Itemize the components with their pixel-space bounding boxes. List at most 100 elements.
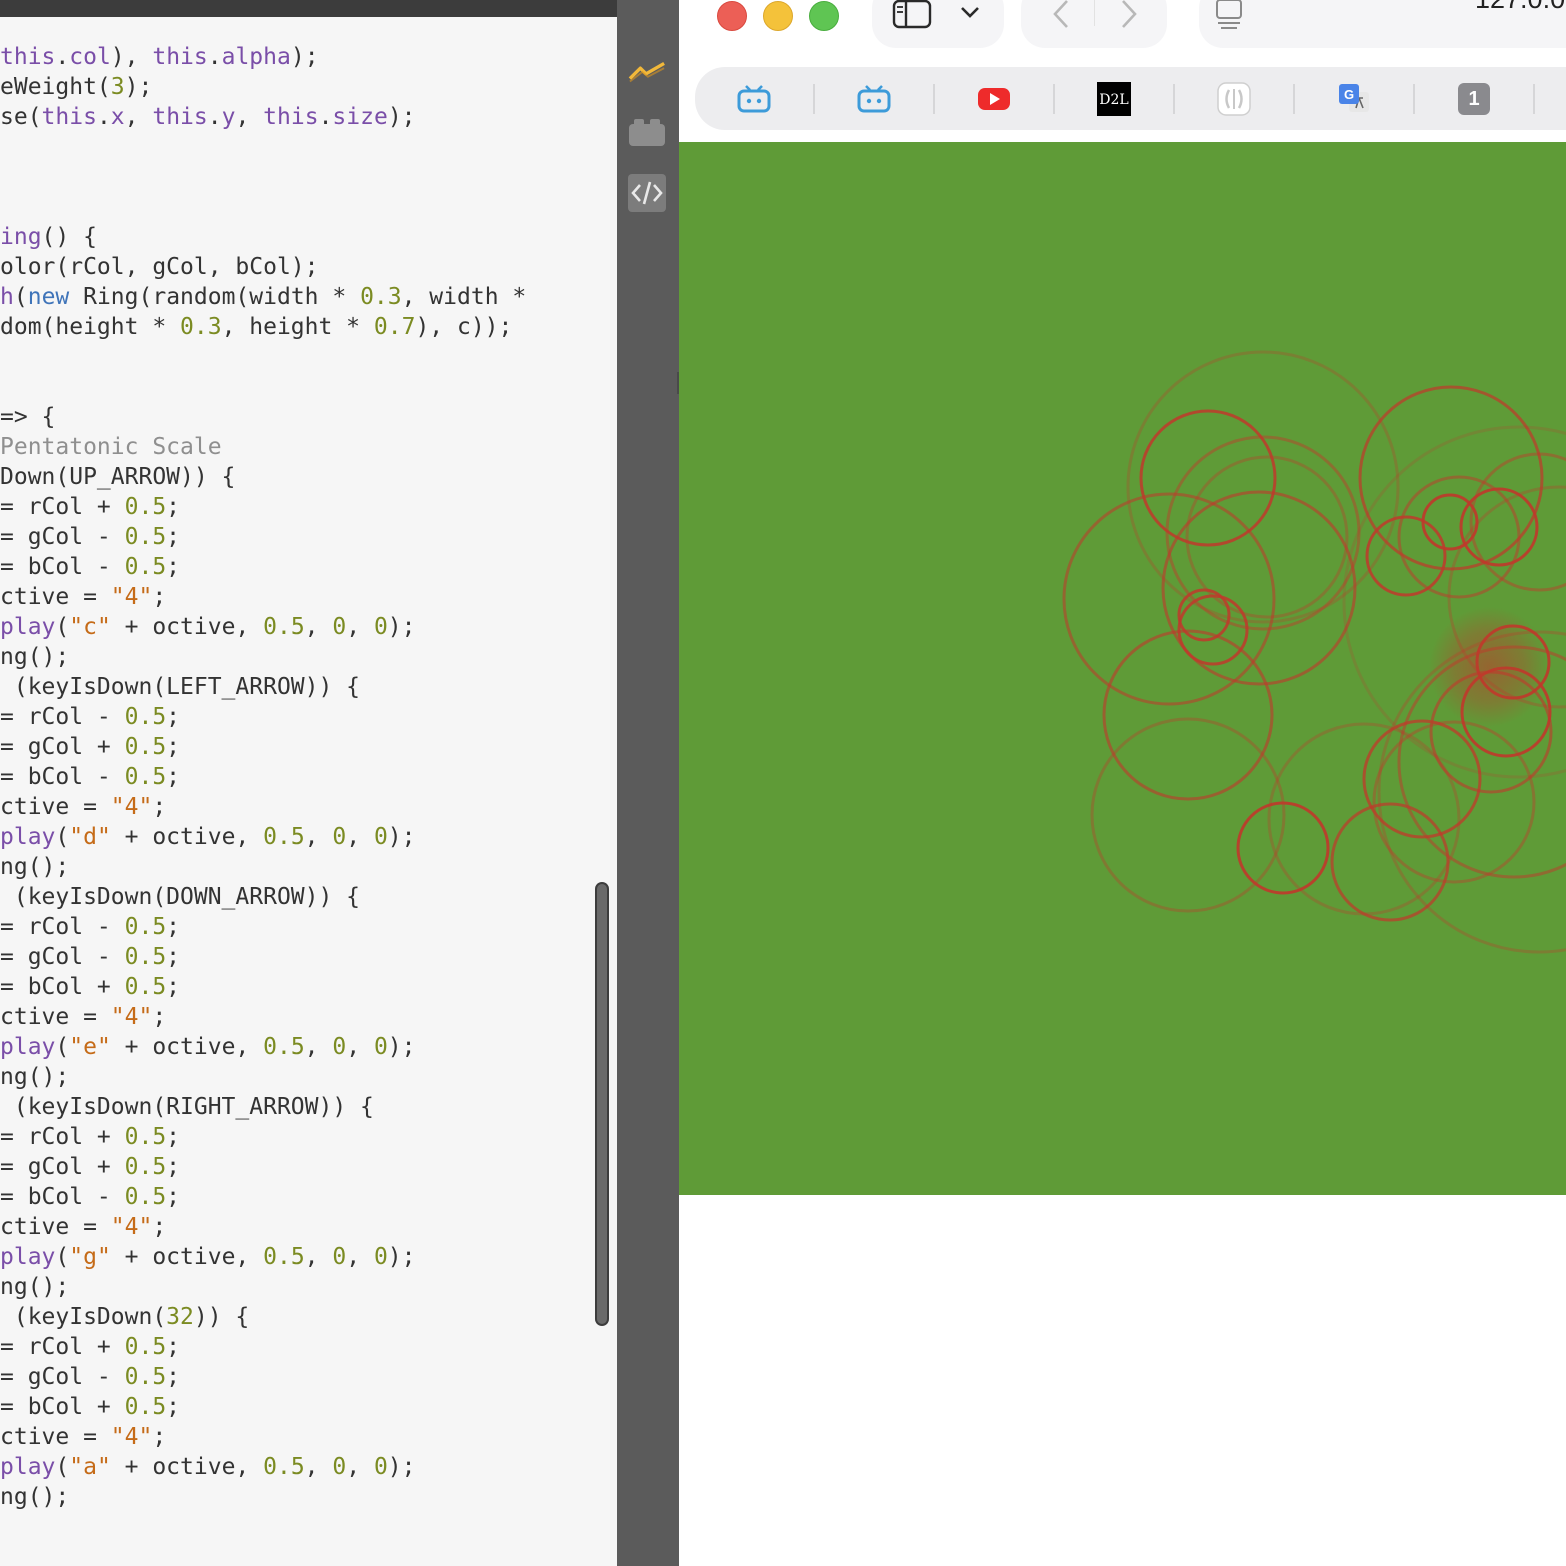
favorite-bilibili[interactable] — [734, 79, 774, 119]
code-line[interactable]: Pentatonic Scale — [0, 432, 526, 462]
favorite-d2l[interactable]: D2L — [1094, 79, 1134, 119]
code-line[interactable]: play("e" + octive, 0.5, 0, 0); — [0, 1032, 526, 1062]
code-line[interactable]: = bCol - 0.5; — [0, 762, 526, 792]
code-token: ); — [387, 1034, 416, 1060]
code-token: 32 — [166, 1304, 194, 1330]
code-line[interactable]: h(new Ring(random(width * 0.3, width * — [0, 282, 526, 312]
p5-canvas[interactable] — [679, 142, 1566, 1195]
code-token: ), — [110, 44, 153, 70]
code-line[interactable]: ctive = "4"; — [0, 792, 526, 822]
code-line[interactable] — [0, 132, 526, 162]
code-token: = gCol + — [0, 1154, 125, 1180]
code-line[interactable]: play("a" + octive, 0.5, 0, 0); — [0, 1452, 526, 1482]
address-bar[interactable]: 127.0.0. — [1199, 0, 1566, 48]
code-line[interactable] — [0, 342, 526, 372]
chevron-right-icon — [1122, 0, 1137, 28]
favorites-bar: D2L G 1 — [695, 67, 1566, 130]
code-line[interactable] — [0, 162, 526, 192]
sidebar-toggle-button[interactable] — [892, 0, 932, 32]
code-token: ; — [166, 1184, 181, 1210]
window-close-button[interactable] — [717, 1, 747, 31]
code-token: => { — [0, 404, 56, 430]
editor-scrollbar[interactable] — [595, 882, 609, 1326]
favorite-google-translate[interactable]: G — [1334, 79, 1374, 119]
code-line[interactable]: = rCol + 0.5; — [0, 1332, 526, 1362]
code-line[interactable]: dom(height * 0.3, height * 0.7), c)); — [0, 312, 526, 342]
code-editor[interactable]: this.col), this.alpha); eWeight(3); se(thi… — [0, 0, 617, 1566]
favorite-bilibili[interactable] — [854, 79, 894, 119]
code-line[interactable]: = gCol - 0.5; — [0, 522, 526, 552]
scrollbar-thumb[interactable] — [597, 884, 607, 1324]
code-token: Ring(random(width * — [69, 284, 361, 310]
code-line[interactable]: eWeight(3); — [0, 72, 526, 102]
code-line[interactable]: = gCol - 0.5; — [0, 942, 526, 972]
code-line[interactable]: ctive = "4"; — [0, 1002, 526, 1032]
code-line[interactable]: ctive = "4"; — [0, 1212, 526, 1242]
code-line[interactable]: ctive = "4"; — [0, 1422, 526, 1452]
code-line[interactable]: ng(); — [0, 1062, 526, 1092]
code-line[interactable]: ing() { — [0, 222, 526, 252]
code-line[interactable]: = bCol - 0.5; — [0, 552, 526, 582]
ring — [1139, 409, 1277, 547]
code-line[interactable]: = gCol + 0.5; — [0, 732, 526, 762]
code-line[interactable]: play("c" + octive, 0.5, 0, 0); — [0, 612, 526, 642]
code-line[interactable]: = rCol - 0.5; — [0, 702, 526, 732]
code-line[interactable]: = bCol - 0.5; — [0, 1182, 526, 1212]
favorite-app[interactable] — [1214, 79, 1254, 119]
tab-group-menu-button[interactable] — [956, 0, 984, 26]
code-token: , — [235, 104, 264, 130]
sketch-tool-button[interactable] — [628, 52, 666, 90]
code-line[interactable]: = bCol + 0.5; — [0, 1392, 526, 1422]
code-line[interactable]: play("g" + octive, 0.5, 0, 0); — [0, 1242, 526, 1272]
code-tool-button[interactable] — [628, 174, 666, 212]
code-line[interactable]: se(this.x, this.y, this.size); — [0, 102, 526, 132]
code-line[interactable]: ng(); — [0, 642, 526, 672]
favorite-youtube[interactable] — [974, 79, 1014, 119]
code-line[interactable]: = bCol + 0.5; — [0, 972, 526, 1002]
code-line[interactable]: (keyIsDown(LEFT_ARROW)) { — [0, 672, 526, 702]
code-line[interactable]: ng(); — [0, 852, 526, 882]
code-token: = bCol - — [0, 764, 125, 790]
code-line[interactable] — [0, 192, 526, 222]
code-line[interactable]: = gCol + 0.5; — [0, 1152, 526, 1182]
code-line[interactable]: = rCol + 0.5; — [0, 1122, 526, 1152]
code-line[interactable]: = rCol + 0.5; — [0, 492, 526, 522]
code-token: ; — [166, 974, 181, 1000]
code-line[interactable]: this.col), this.alpha); — [0, 42, 526, 72]
code-token: ); — [387, 824, 416, 850]
code-line[interactable]: (keyIsDown(32)) { — [0, 1302, 526, 1332]
code-line[interactable]: play("d" + octive, 0.5, 0, 0); — [0, 822, 526, 852]
code-line[interactable]: (keyIsDown(RIGHT_ARROW)) { — [0, 1092, 526, 1122]
code-area[interactable]: this.col), this.alpha); eWeight(3); se(thi… — [0, 12, 526, 1512]
code-line[interactable] — [0, 372, 526, 402]
reader-button[interactable] — [1211, 0, 1247, 32]
code-token: = rCol + — [0, 494, 125, 520]
code-token: 0.5 — [263, 1454, 305, 1480]
code-line[interactable]: Down(UP_ARROW)) { — [0, 462, 526, 492]
ring — [1102, 629, 1274, 801]
code-line[interactable]: olor(rCol, gCol, bCol); — [0, 252, 526, 282]
code-line[interactable] — [0, 12, 526, 42]
window-minimize-button[interactable] — [763, 1, 793, 31]
code-token: + octive, — [110, 1454, 264, 1480]
favorite-tab-count[interactable]: 1 — [1454, 79, 1494, 119]
forward-button[interactable] — [1111, 0, 1147, 32]
code-line[interactable]: => { — [0, 402, 526, 432]
code-line[interactable]: = rCol - 0.5; — [0, 912, 526, 942]
address-text[interactable]: 127.0.0. — [1475, 0, 1566, 15]
code-token: , height * — [221, 314, 374, 340]
code-token: Down(UP_ARROW)) { — [0, 464, 236, 490]
code-token: ; — [152, 1004, 167, 1030]
code-token: this — [152, 104, 208, 130]
window-maximize-button[interactable] — [809, 1, 839, 31]
code-line[interactable]: ctive = "4"; — [0, 582, 526, 612]
library-tool-button[interactable] — [628, 114, 666, 152]
code-line[interactable]: ng(); — [0, 1272, 526, 1302]
code-token: 0.5 — [263, 1034, 305, 1060]
code-line[interactable]: ng(); — [0, 1482, 526, 1512]
back-button[interactable] — [1043, 0, 1079, 32]
code-token: . — [207, 44, 222, 70]
code-token: ; — [166, 944, 181, 970]
code-line[interactable]: = gCol - 0.5; — [0, 1362, 526, 1392]
code-line[interactable]: (keyIsDown(DOWN_ARROW)) { — [0, 882, 526, 912]
